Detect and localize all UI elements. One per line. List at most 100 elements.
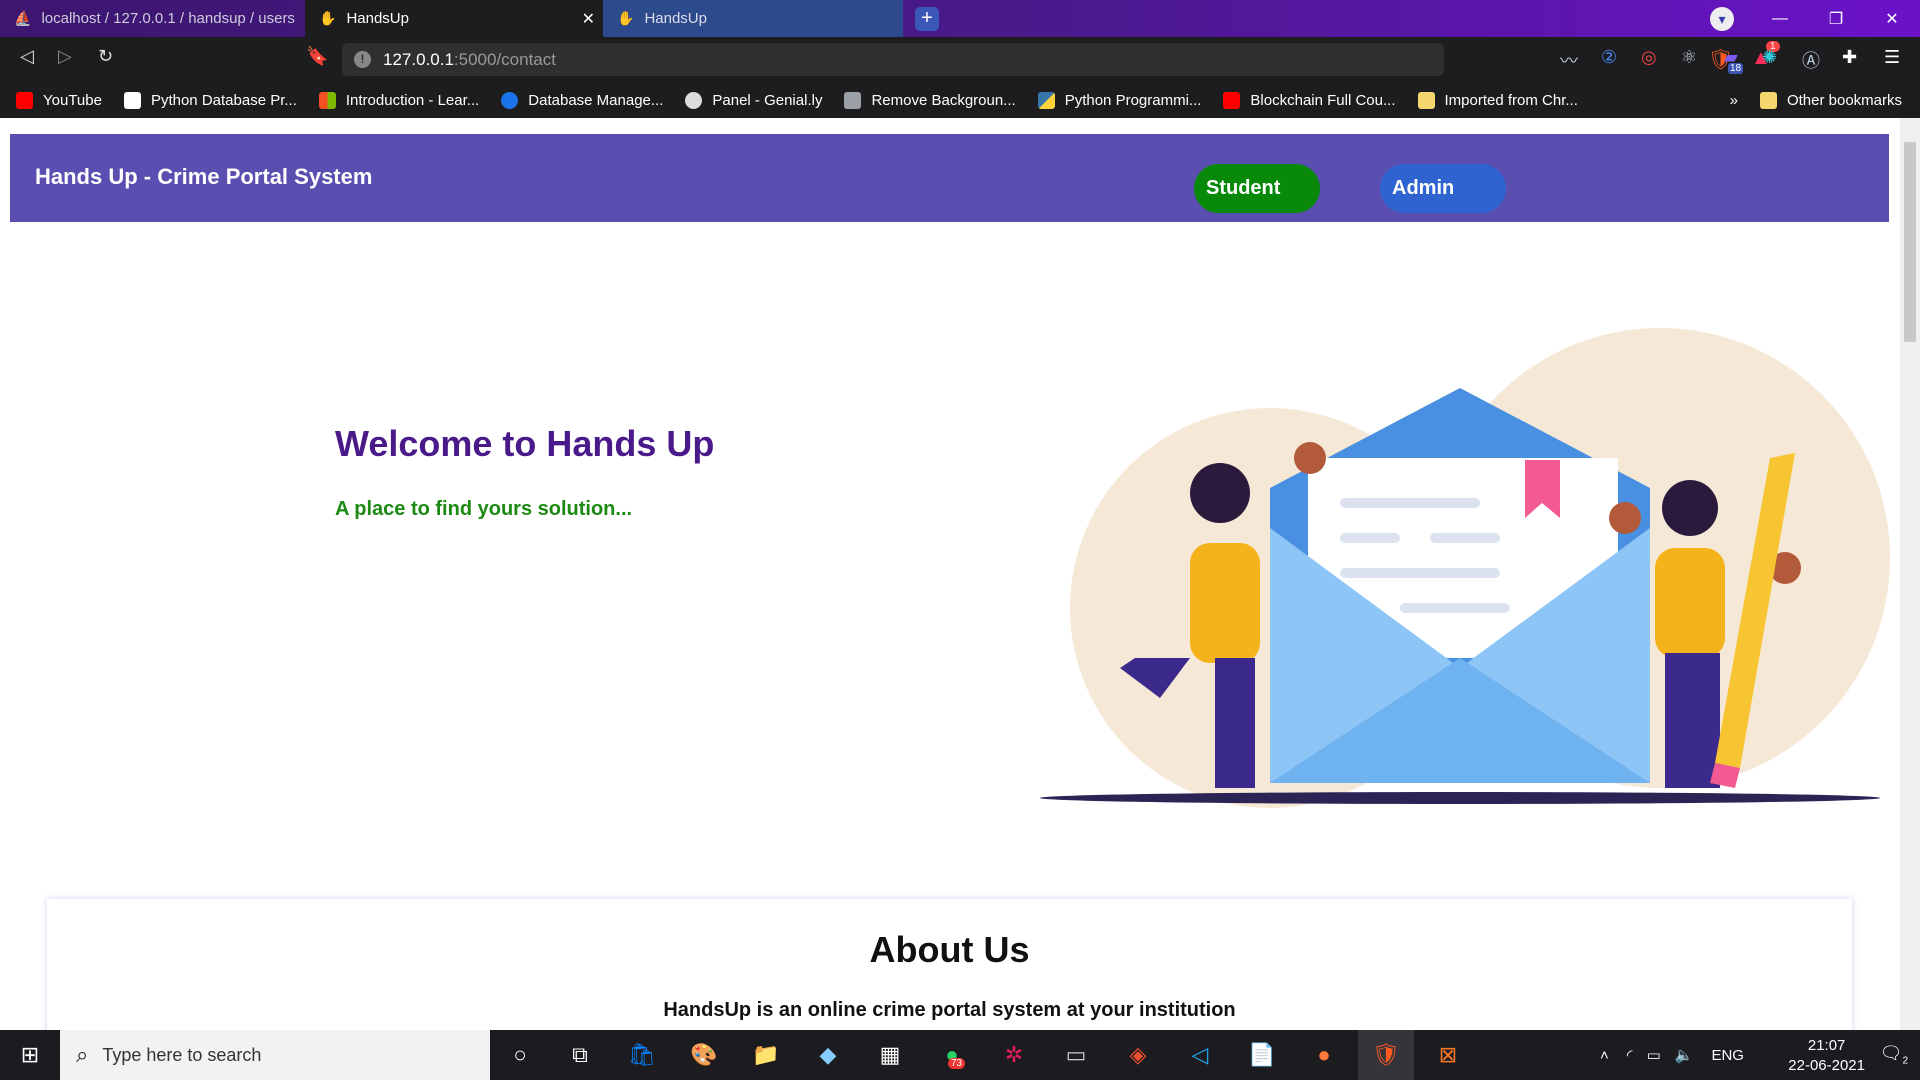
page-scrollbar[interactable]: [1900, 118, 1920, 1030]
slack-icon[interactable]: ✲: [986, 1030, 1042, 1080]
gear-extension-icon[interactable]: ✺: [1762, 47, 1777, 68]
address-bar[interactable]: ! 127.0.0.1 :5000/contact 🛡 ▲ 1: [342, 41, 1780, 76]
python-icon: [1037, 92, 1055, 109]
minimize-icon[interactable]: —: [1752, 0, 1808, 37]
xampp-icon[interactable]: ⊠: [1420, 1030, 1476, 1080]
about-section: About Us HandsUp is an online crime port…: [47, 899, 1852, 1030]
tab-handsup-active[interactable]: ✋ HandsUp ✕: [305, 0, 603, 37]
tab-title: HandsUp: [346, 10, 409, 27]
other-bookmarks[interactable]: Other bookmarks: [1759, 92, 1902, 109]
bookmarks-overflow-button[interactable]: »: [1730, 92, 1738, 109]
bookmark-python-prog[interactable]: Python Programmi...: [1037, 92, 1202, 109]
bookmark-python-db[interactable]: Python Database Pr...: [123, 92, 297, 109]
notes-icon[interactable]: ◆: [800, 1030, 856, 1080]
bookmark-label: Python Programmi...: [1064, 92, 1202, 109]
folder-icon: [1417, 92, 1435, 109]
chevron-up-icon[interactable]: ˄: [1600, 1047, 1609, 1064]
battery-icon[interactable]: ▭: [1647, 1046, 1661, 1064]
site-navbar: Hands Up - Crime Portal System Student A…: [10, 134, 1889, 222]
windows-taskbar: ⊞ ⌕ Type here to search ○ ⧉ 🛍 🎨 📁 ◆ ▦ ● …: [0, 1030, 1920, 1080]
tab-title: localhost / 127.0.0.1 / handsup / users: [41, 10, 295, 27]
a-extension-icon[interactable]: Ⓐ: [1802, 47, 1820, 73]
admin-button[interactable]: Admin: [1380, 164, 1506, 213]
forward-icon[interactable]: ▷: [58, 46, 72, 67]
react-extension-icon[interactable]: ⚛: [1681, 47, 1697, 68]
file-explorer-icon[interactable]: 📁: [738, 1030, 794, 1080]
close-tab-icon[interactable]: ✕: [582, 9, 595, 29]
bookmark-youtube[interactable]: YouTube: [16, 92, 102, 109]
hero-subtitle: A place to find yours solution...: [335, 498, 633, 520]
handsup-favicon-icon: ✋: [617, 10, 635, 26]
taskbar-search-box[interactable]: ⌕ Type here to search: [60, 1030, 490, 1080]
bookmark-icon[interactable]: 🔖: [306, 46, 328, 67]
bookmark-remove-bg[interactable]: Remove Backgroun...: [844, 92, 1016, 109]
tab-strip: ⛵ localhost / 127.0.0.1 / handsup / user…: [0, 0, 1920, 37]
bookmark-genially[interactable]: Panel - Genial.ly: [685, 92, 822, 109]
git-icon[interactable]: ◈: [1110, 1030, 1166, 1080]
color-extension-icon[interactable]: ◎: [1641, 47, 1657, 68]
site-brand[interactable]: Hands Up - Crime Portal System: [35, 164, 372, 190]
vscode-icon[interactable]: ◁: [1172, 1030, 1228, 1080]
system-tray: ˄ ◜ ▭ 🔈 ENG: [1600, 1030, 1744, 1080]
site-info-icon[interactable]: !: [354, 51, 371, 68]
close-window-icon[interactable]: ✕: [1864, 0, 1920, 37]
url-path: :5000/contact: [453, 49, 556, 69]
menu-icon[interactable]: ☰: [1884, 47, 1900, 68]
cortana-icon[interactable]: ○: [492, 1030, 548, 1080]
calculator-icon[interactable]: ▦: [862, 1030, 918, 1080]
browser-toolbar: ◁ ▷ ↻ 🔖 ! 127.0.0.1 :5000/contact 🛡 ▲ 1 …: [0, 37, 1920, 83]
bookmark-label: Python Database Pr...: [150, 92, 297, 109]
two-extension-icon[interactable]: ②: [1601, 47, 1617, 68]
clock[interactable]: 21:07 22-06-2021: [1788, 1036, 1865, 1076]
terminal-icon[interactable]: ▭: [1048, 1030, 1104, 1080]
bookmark-label: Introduction - Lear...: [345, 92, 480, 109]
whatsapp-badge: 73: [948, 1058, 966, 1069]
reload-icon[interactable]: ↻: [98, 46, 113, 67]
windows-start-icon[interactable]: ⊞: [0, 1030, 60, 1080]
notification-count: 2: [1902, 1055, 1908, 1067]
bookmark-imported[interactable]: Imported from Chr...: [1417, 92, 1578, 109]
extension-badge: 18: [1728, 63, 1744, 74]
bookmark-label: YouTube: [43, 92, 102, 109]
bookmark-database[interactable]: Database Manage...: [501, 92, 663, 109]
phpmyadmin-icon: ⛵: [14, 10, 32, 26]
tab-handsup[interactable]: ✋ HandsUp: [603, 0, 903, 37]
scrollbar-thumb[interactable]: [1904, 142, 1916, 342]
bookmark-label: Panel - Genial.ly: [712, 92, 823, 109]
tab-phpmyadmin[interactable]: ⛵ localhost / 127.0.0.1 / handsup / user…: [0, 0, 305, 37]
store-icon[interactable]: 🛍: [614, 1030, 670, 1080]
about-title: About Us: [869, 929, 1030, 970]
url-host: 127.0.0.1: [383, 49, 454, 69]
bookmark-introduction[interactable]: Introduction - Lear...: [318, 92, 480, 109]
brave-browser-icon[interactable]: 🛡: [1358, 1030, 1414, 1080]
handsup-favicon-icon: ✋: [319, 10, 337, 26]
bookmark-label: Blockchain Full Cou...: [1250, 92, 1396, 109]
paint-icon[interactable]: 🎨: [676, 1030, 732, 1080]
new-tab-button[interactable]: +: [915, 7, 939, 31]
youtube-icon: [16, 92, 33, 109]
puzzle-icon[interactable]: ✚: [1842, 47, 1857, 68]
bookmarks-bar: YouTube Python Database Pr... Introducti…: [0, 83, 1920, 118]
back-icon[interactable]: ◁: [20, 46, 34, 67]
student-button[interactable]: Student: [1194, 164, 1320, 213]
wave-extension-icon[interactable]: 〰: [1560, 47, 1578, 73]
bookmark-blockchain[interactable]: Blockchain Full Cou...: [1223, 92, 1396, 109]
hero-title: Welcome to Hands Up: [335, 423, 715, 464]
profile-icon[interactable]: ▾: [1710, 7, 1734, 31]
postman-icon[interactable]: ●: [1296, 1030, 1352, 1080]
bookmark-label: Database Manage...: [528, 92, 664, 109]
language-indicator[interactable]: ENG: [1711, 1047, 1744, 1064]
wifi-icon[interactable]: ◜: [1627, 1046, 1633, 1064]
document-icon[interactable]: 📄: [1234, 1030, 1290, 1080]
clock-time: 21:07: [1807, 1037, 1846, 1054]
bookmark-label: Imported from Chr...: [1444, 92, 1578, 109]
volume-icon[interactable]: 🔈: [1675, 1046, 1694, 1064]
task-view-icon[interactable]: ⧉: [552, 1030, 608, 1080]
hero-illustration: [1040, 328, 1890, 808]
window-controls: — ❐ ✕: [1752, 0, 1920, 37]
notification-icon[interactable]: 🗨2: [1880, 1043, 1908, 1067]
web-page: Hands Up - Crime Portal System Student A…: [0, 118, 1920, 1030]
clock-date: 22-06-2021: [1788, 1057, 1865, 1074]
whatsapp-icon[interactable]: ●: [924, 1030, 980, 1080]
restore-icon[interactable]: ❐: [1808, 0, 1864, 37]
